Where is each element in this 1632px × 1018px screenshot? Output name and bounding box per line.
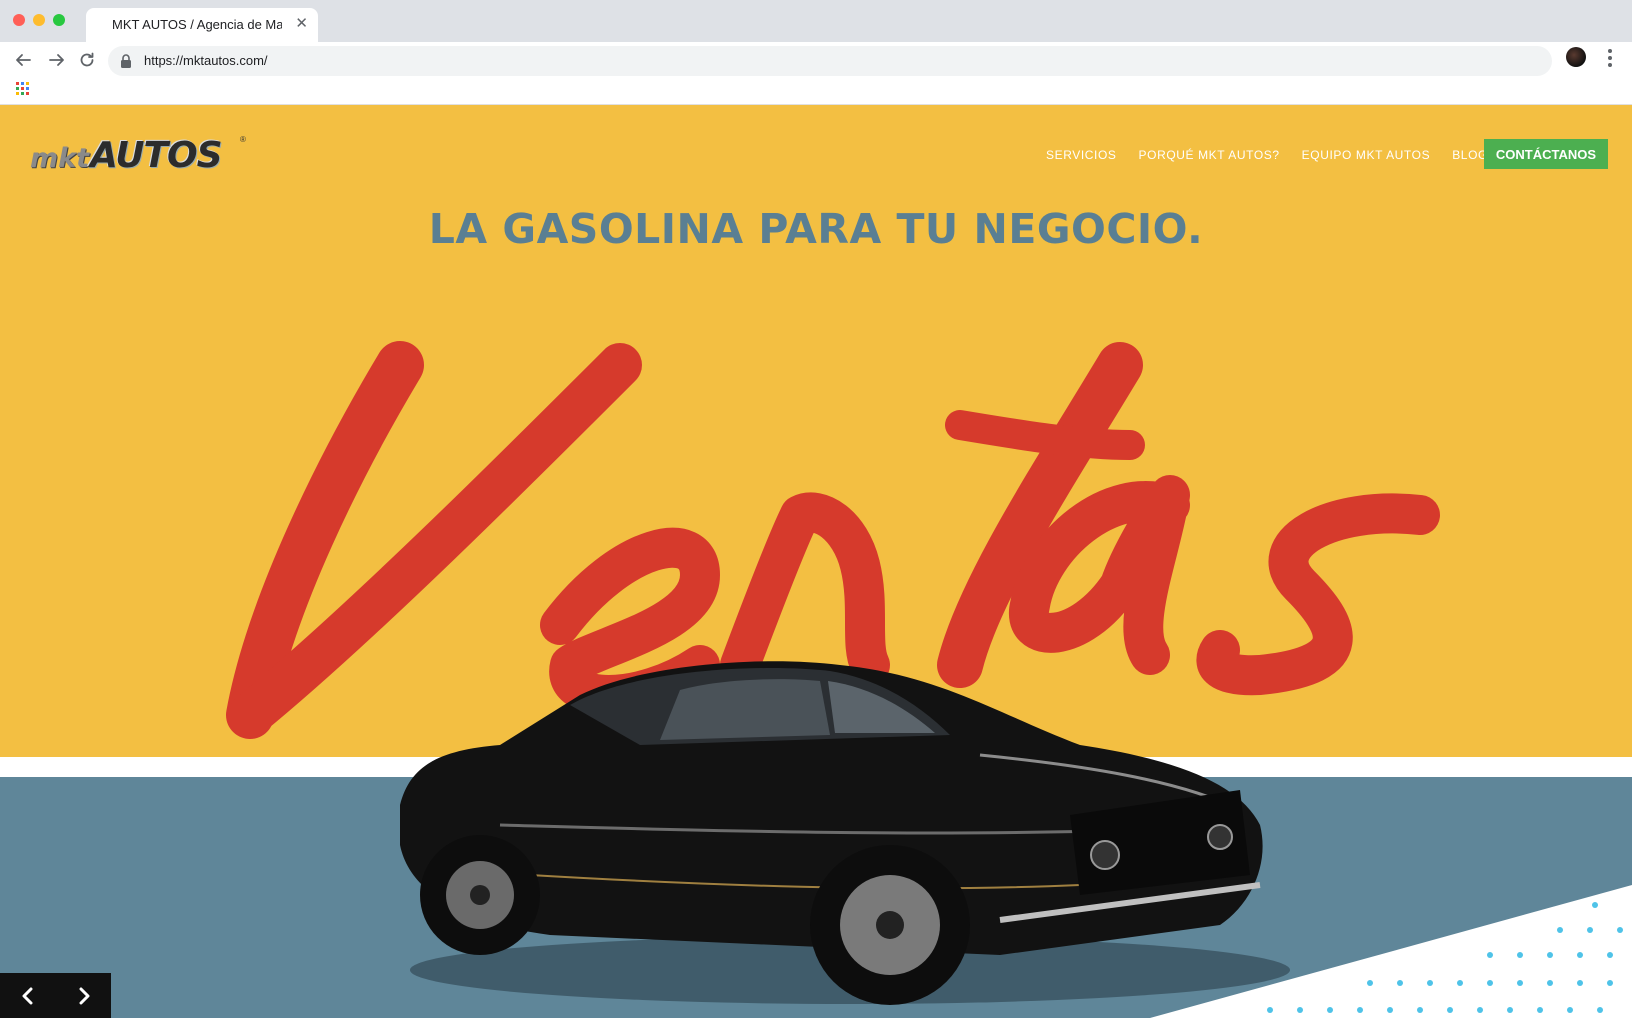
nav-blog[interactable]: BLOG [1452, 148, 1488, 162]
close-window-button[interactable] [13, 14, 25, 26]
slider-controls [0, 973, 111, 1018]
bookmarks-bar [0, 80, 1632, 105]
browser-tab-strip: MKT AUTOS / Agencia de Mar ✕ [0, 0, 1632, 42]
website-viewport: mkt AUTOS ® SERVICIOS PORQUÉ MKT AUTOS? … [0, 105, 1632, 1018]
tab-title: MKT AUTOS / Agencia de Mar [112, 17, 282, 32]
decorative-dots-corner [1150, 885, 1632, 1018]
back-button[interactable] [9, 46, 37, 74]
address-bar[interactable]: https://mktautos.com/ [108, 46, 1552, 76]
url-text[interactable]: https://mktautos.com/ [144, 53, 268, 68]
reload-button[interactable] [73, 46, 101, 74]
contactanos-button[interactable]: CONTÁCTANOS [1484, 139, 1608, 169]
apps-grid-icon[interactable] [16, 82, 30, 96]
logo-registered-mark: ® [240, 135, 246, 144]
browser-toolbar: https://mktautos.com/ [0, 42, 1632, 80]
tab-close-icon[interactable]: ✕ [295, 14, 308, 34]
browser-menu-icon[interactable] [1600, 46, 1620, 70]
nav-equipo-mkt-autos[interactable]: EQUIPO MKT AUTOS [1302, 148, 1431, 162]
slider-prev-button[interactable] [0, 973, 55, 1018]
lock-icon [121, 54, 131, 68]
chevron-right-icon [79, 987, 89, 1004]
logo-mkt-text: mkt [30, 143, 89, 174]
main-navigation: SERVICIOS PORQUÉ MKT AUTOS? EQUIPO MKT A… [1046, 148, 1488, 162]
logo-autos-text: AUTOS [90, 135, 223, 176]
arrow-right-icon [49, 54, 64, 66]
minimize-window-button[interactable] [33, 14, 45, 26]
browser-tab[interactable]: MKT AUTOS / Agencia de Mar ✕ [86, 8, 318, 42]
forward-button[interactable] [43, 46, 71, 74]
maximize-window-button[interactable] [53, 14, 65, 26]
slider-next-button[interactable] [56, 973, 111, 1018]
reload-icon [80, 52, 94, 67]
mkt-autos-logo[interactable]: mkt AUTOS ® [30, 135, 250, 181]
nav-servicios[interactable]: SERVICIOS [1046, 148, 1117, 162]
profile-avatar[interactable] [1566, 47, 1586, 67]
nav-porque-mkt-autos[interactable]: PORQUÉ MKT AUTOS? [1139, 148, 1280, 162]
hero-headline: LA GASOLINA PARA TU NEGOCIO. [428, 205, 1204, 253]
chevron-left-icon [22, 987, 32, 1004]
arrow-left-icon [16, 54, 31, 66]
